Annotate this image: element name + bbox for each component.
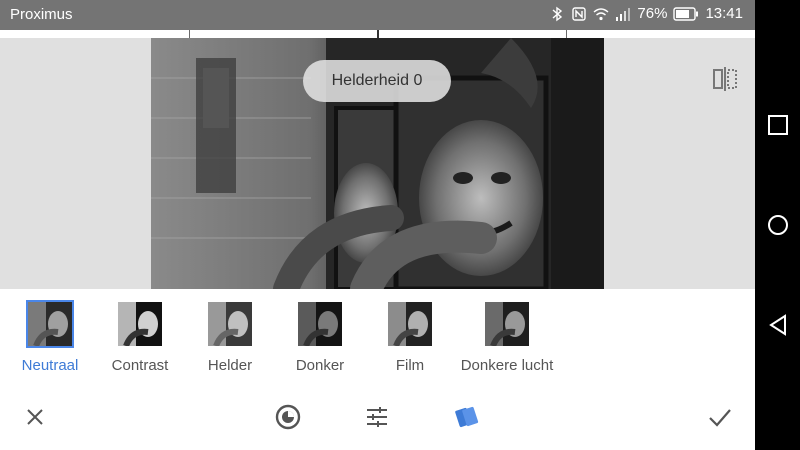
preset-film[interactable]: Film xyxy=(365,302,455,374)
status-bar: Proximus 76% 13:41 xyxy=(0,0,755,30)
preset-thumbnail[interactable] xyxy=(118,302,162,346)
style-cards-icon xyxy=(455,406,479,428)
preset-thumbnail[interactable] xyxy=(298,302,342,346)
preset-helder[interactable]: Helder xyxy=(185,302,275,374)
apply-button[interactable] xyxy=(706,403,734,431)
preset-contrast[interactable]: Contrast xyxy=(95,302,185,374)
preset-strip: Neutraal Contrast Helder Donker Film Don… xyxy=(0,289,755,389)
preset-label: Donker xyxy=(295,357,345,374)
preset-label: Neutraal xyxy=(21,357,79,374)
clock: 13:41 xyxy=(705,5,743,22)
preset-label: Contrast xyxy=(111,357,169,374)
sliders-icon xyxy=(367,407,387,427)
preset-label: Donkere lucht xyxy=(460,357,554,374)
home-circle-icon[interactable] xyxy=(767,214,789,236)
bluetooth-icon xyxy=(552,6,563,21)
checkmark-icon xyxy=(709,409,731,427)
nfc-icon xyxy=(572,6,587,21)
image-preview[interactable]: Helderheid 0 xyxy=(0,38,755,289)
preset-label: Helder xyxy=(207,357,253,374)
preset-donkere-lucht[interactable]: Donkere lucht xyxy=(455,302,559,374)
battery-percent: 76% xyxy=(637,5,668,22)
back-triangle-icon[interactable] xyxy=(767,314,789,336)
system-nav-bar xyxy=(755,0,800,450)
grain-dial-icon xyxy=(275,404,301,430)
wifi-icon xyxy=(593,7,609,20)
status-icons: 76% 13:41 xyxy=(549,5,743,22)
battery-icon xyxy=(673,6,699,21)
preset-neutraal[interactable]: Neutraal xyxy=(5,300,95,374)
bottom-toolbar xyxy=(0,389,755,450)
preset-thumbnail[interactable] xyxy=(388,302,432,346)
scale-tick xyxy=(377,30,379,38)
preset-label: Film xyxy=(395,357,425,374)
cancel-button[interactable] xyxy=(21,403,49,431)
preset-thumbnail[interactable] xyxy=(208,302,252,346)
style-button[interactable] xyxy=(453,403,481,431)
signal-icon xyxy=(616,7,631,21)
app-screen: Helderheid 0 Neutraal Contrast Helder Do… xyxy=(0,30,755,450)
close-icon xyxy=(27,409,43,425)
preset-thumbnail[interactable] xyxy=(26,300,74,348)
tune-button[interactable] xyxy=(363,403,391,431)
preset-donker[interactable]: Donker xyxy=(275,302,365,374)
preset-thumbnail[interactable] xyxy=(485,302,529,346)
carrier-name: Proximus xyxy=(10,6,73,23)
grain-filter-button[interactable] xyxy=(274,403,302,431)
scale-tick xyxy=(566,30,567,38)
compare-split-icon[interactable] xyxy=(712,66,738,92)
adjust-scale[interactable] xyxy=(0,30,755,38)
adjustment-value-label: Helderheid 0 xyxy=(303,60,451,102)
scale-tick xyxy=(189,30,190,38)
recents-square-icon[interactable] xyxy=(767,114,789,136)
